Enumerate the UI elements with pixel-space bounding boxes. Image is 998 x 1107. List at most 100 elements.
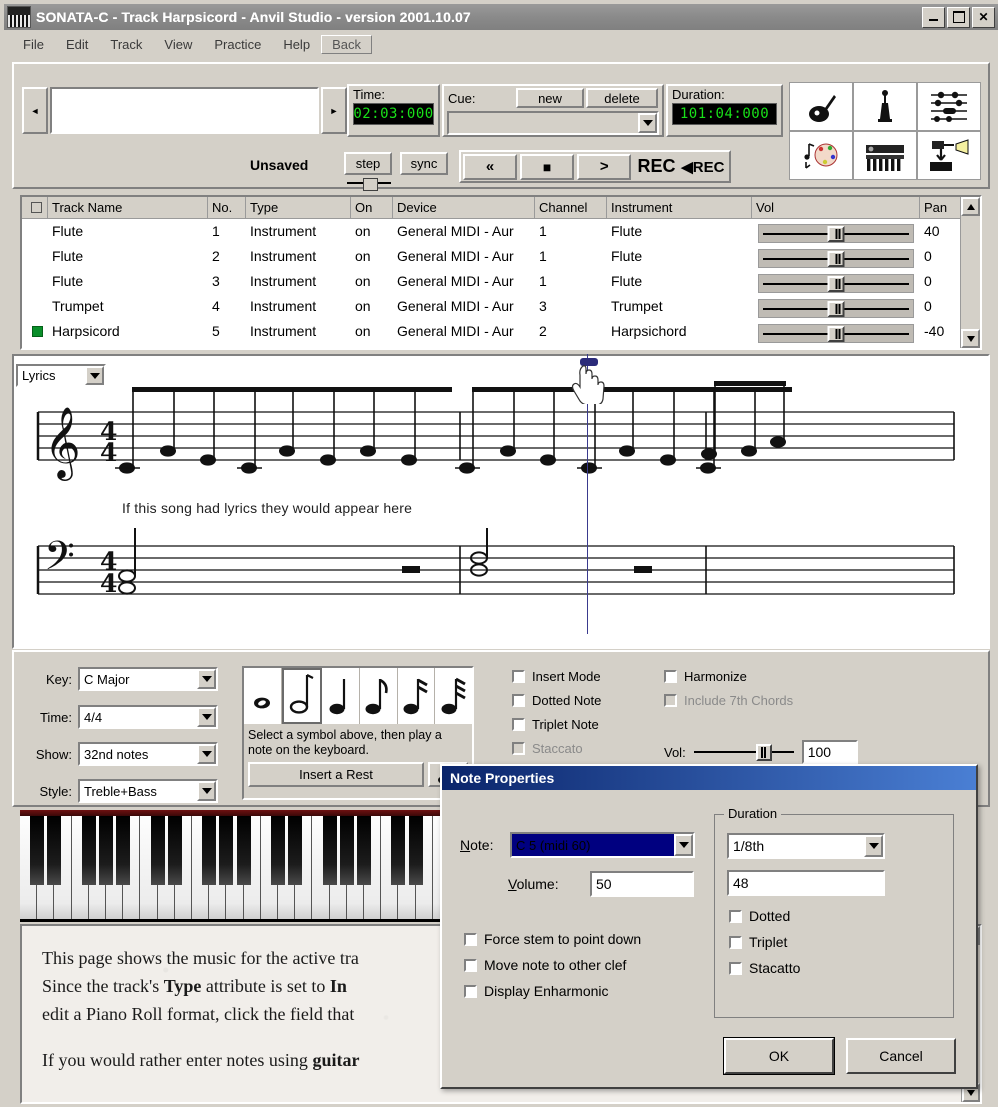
display-enharmonic-checkbox[interactable] xyxy=(464,984,477,998)
style-select[interactable]: Treble+Bass xyxy=(78,779,218,803)
table-row[interactable]: Trumpet 4 Instrument on General MIDI - Aur 3 T… xyxy=(22,294,980,319)
chevron-down-icon[interactable] xyxy=(864,835,883,857)
scroll-up-button[interactable] xyxy=(961,197,980,216)
piano-black-key[interactable] xyxy=(30,816,45,886)
stacatto-row[interactable]: Stacatto xyxy=(729,955,800,981)
cell-track-name[interactable]: Flute xyxy=(48,244,208,269)
triplet-checkbox[interactable] xyxy=(729,935,742,949)
cell-device[interactable]: General MIDI - Aur xyxy=(393,319,535,344)
piano-black-key[interactable] xyxy=(81,816,96,886)
cell-channel[interactable]: 2 xyxy=(535,319,607,344)
insert-mode-row[interactable]: Insert Mode xyxy=(512,664,672,688)
cell-track-name[interactable]: Flute xyxy=(48,219,208,244)
chevron-down-icon[interactable] xyxy=(197,744,216,764)
nav-prev-button[interactable]: ◄ xyxy=(22,87,48,134)
cell-device[interactable]: General MIDI - Aur xyxy=(393,244,535,269)
cell-type[interactable]: Instrument xyxy=(246,219,351,244)
metronome-icon[interactable] xyxy=(853,82,917,131)
piano-black-key[interactable] xyxy=(167,816,182,886)
piano-black-key[interactable] xyxy=(357,816,371,886)
show-select[interactable]: 32nd notes xyxy=(78,742,218,766)
cell-on[interactable]: on xyxy=(351,294,393,319)
header-type[interactable]: Type xyxy=(246,197,351,218)
chevron-down-icon[interactable] xyxy=(85,366,104,385)
duration-select[interactable]: 1/8th xyxy=(727,833,885,859)
cell-volume[interactable] xyxy=(752,296,920,318)
insert-mode-checkbox[interactable] xyxy=(512,669,525,683)
move-note-clef-row[interactable]: Move note to other clef xyxy=(464,952,641,978)
piano-black-key[interactable] xyxy=(116,816,131,886)
score-view-select[interactable]: Lyrics xyxy=(16,364,106,387)
cell-on[interactable]: on xyxy=(351,319,393,344)
stacatto-checkbox[interactable] xyxy=(729,961,742,975)
header-device[interactable]: Device xyxy=(393,197,535,218)
cell-on[interactable]: on xyxy=(351,219,393,244)
triplet-note-checkbox[interactable] xyxy=(512,717,525,731)
cell-no[interactable]: 3 xyxy=(208,269,246,294)
insert-rest-button[interactable]: Insert a Rest xyxy=(248,762,424,787)
chevron-down-icon[interactable] xyxy=(197,669,216,689)
header-no[interactable]: No. xyxy=(208,197,246,218)
dotted-note-checkbox[interactable] xyxy=(512,693,525,707)
chevron-down-icon[interactable] xyxy=(674,834,693,856)
menu-help[interactable]: Help xyxy=(272,35,321,54)
nav-text-input[interactable] xyxy=(50,87,319,134)
cell-on[interactable]: on xyxy=(351,269,393,294)
menu-edit[interactable]: Edit xyxy=(55,35,99,54)
notes-palette-icon[interactable] xyxy=(789,131,853,180)
cell-on[interactable]: on xyxy=(351,244,393,269)
cell-device[interactable]: General MIDI - Aur xyxy=(393,269,535,294)
cell-no[interactable]: 5 xyxy=(208,319,246,344)
cue-delete-button[interactable]: delete xyxy=(586,88,658,108)
cell-volume[interactable] xyxy=(752,221,920,243)
ok-button[interactable]: OK xyxy=(723,1037,835,1075)
dotted-row[interactable]: Dotted xyxy=(729,903,800,929)
track-active-indicator[interactable] xyxy=(22,326,48,337)
piano-black-key[interactable] xyxy=(219,816,234,886)
quarter-note-icon[interactable] xyxy=(322,668,361,724)
note-properties-dialog[interactable]: Note Properties Note: C 5 (midi 60) Volu… xyxy=(440,764,978,1089)
cell-channel[interactable]: 1 xyxy=(535,269,607,294)
cell-instrument[interactable]: Flute xyxy=(607,269,752,294)
duration-ticks-input[interactable]: 48 xyxy=(727,870,885,896)
cell-channel[interactable]: 3 xyxy=(535,294,607,319)
cue-new-button[interactable]: new xyxy=(516,88,584,108)
triplet-note-row[interactable]: Triplet Note xyxy=(512,712,672,736)
cell-instrument[interactable]: Flute xyxy=(607,219,752,244)
cue-select[interactable] xyxy=(447,111,659,135)
table-row[interactable]: Flute 2 Instrument on General MIDI - Aur 1 Flu… xyxy=(22,244,980,269)
cell-no[interactable]: 4 xyxy=(208,294,246,319)
play-button[interactable]: > xyxy=(577,153,632,180)
piano-black-key[interactable] xyxy=(288,816,303,886)
chevron-down-icon[interactable] xyxy=(197,707,216,727)
menu-back-button[interactable]: Back xyxy=(321,34,372,54)
sixteenth-note-icon[interactable] xyxy=(397,668,436,724)
harmonize-row[interactable]: Harmonize xyxy=(664,664,874,688)
record-button[interactable]: REC xyxy=(634,154,679,180)
header-track-name[interactable]: Track Name xyxy=(48,197,208,218)
time-sig-select[interactable]: 4/4 xyxy=(78,705,218,729)
force-stem-down-row[interactable]: Force stem to point down xyxy=(464,926,641,952)
step-button[interactable]: step xyxy=(344,152,392,175)
cell-track-name[interactable]: Flute xyxy=(48,269,208,294)
tempo-slider[interactable] xyxy=(347,178,391,191)
guitar-icon[interactable] xyxy=(789,82,853,131)
menu-view[interactable]: View xyxy=(153,35,203,54)
triplet-row[interactable]: Triplet xyxy=(729,929,800,955)
maximize-button[interactable] xyxy=(947,6,970,28)
table-row[interactable]: Flute 1 Instrument on General MIDI - Aur 1 Flu… xyxy=(22,219,980,244)
cell-instrument[interactable]: Trumpet xyxy=(607,294,752,319)
move-note-clef-checkbox[interactable] xyxy=(464,958,477,972)
chevron-down-icon[interactable] xyxy=(638,113,657,133)
piano-black-key[interactable] xyxy=(99,816,113,886)
piano-keyboard[interactable] xyxy=(20,810,450,922)
close-button[interactable]: ✕ xyxy=(972,6,995,28)
export-icon[interactable] xyxy=(917,131,981,180)
minimize-button[interactable] xyxy=(922,6,945,28)
header-instrument[interactable]: Instrument xyxy=(607,197,752,218)
nav-next-button[interactable]: ► xyxy=(321,87,347,134)
record-from-start-button[interactable]: ◀REC xyxy=(678,153,727,180)
cell-volume[interactable] xyxy=(752,246,920,268)
piano-black-key[interactable] xyxy=(322,816,337,886)
cell-channel[interactable]: 1 xyxy=(535,244,607,269)
